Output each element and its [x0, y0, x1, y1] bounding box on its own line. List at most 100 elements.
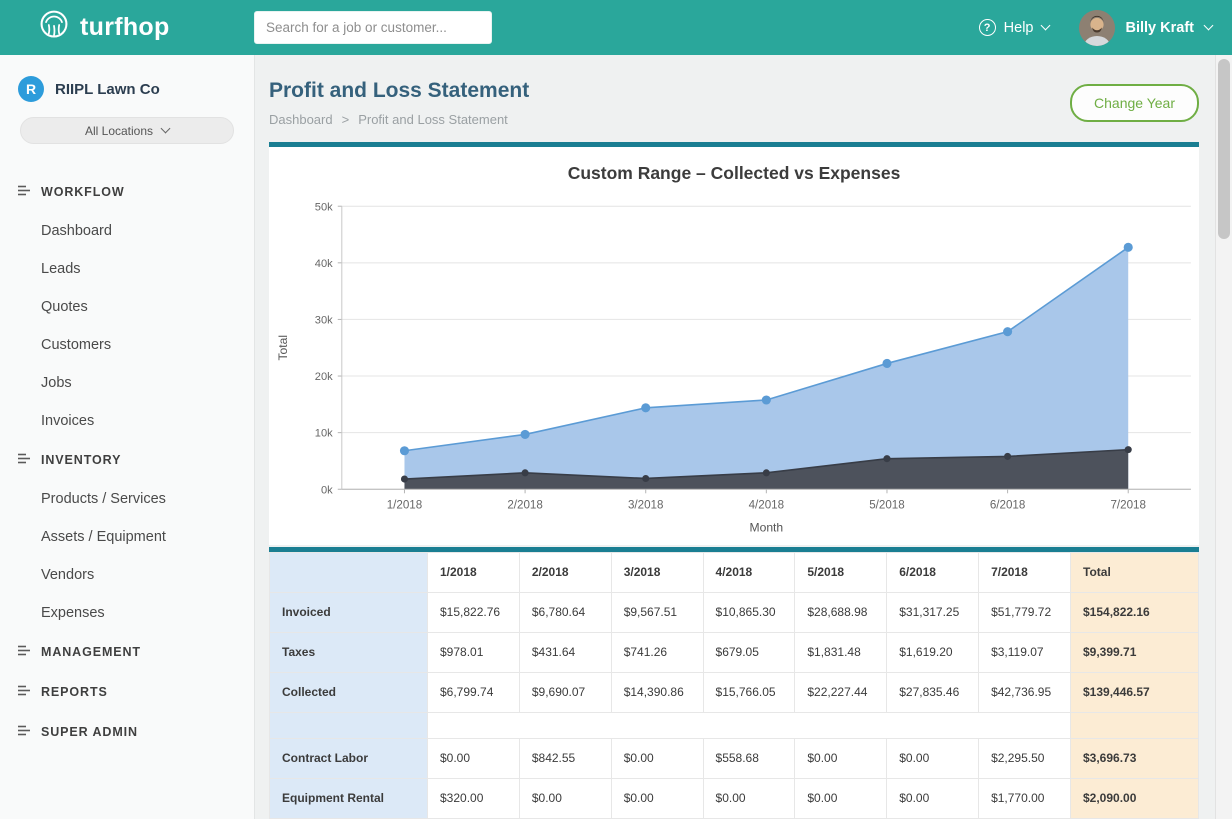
table-row-invoiced: Invoiced$15,822.76$6,780.64$9,567.51$10,… [270, 592, 1199, 632]
row-label: Equipment Rental [270, 778, 428, 818]
sidebar-item-vendors[interactable]: Vendors [0, 556, 254, 594]
cell: $51,779.72 [979, 592, 1071, 632]
cell: $28,688.98 [795, 592, 887, 632]
data-point-collected [762, 395, 771, 404]
location-selector[interactable]: All Locations [20, 117, 234, 144]
cell [703, 712, 795, 738]
brand-logo: turfhop [38, 9, 254, 46]
svg-text:Month: Month [750, 521, 784, 535]
sidebar-item-customers[interactable]: Customers [0, 326, 254, 364]
brand-name: turfhop [80, 13, 170, 42]
table-header-row: 1/20182/20183/20184/20185/20186/20187/20… [270, 552, 1199, 592]
cell: $10,865.30 [703, 592, 795, 632]
page-scrollbar[interactable] [1215, 55, 1232, 819]
cell: $1,619.20 [887, 632, 979, 672]
sidebar-section-reports[interactable]: REPORTS [0, 672, 254, 712]
page-body: R RIIPL Lawn Co All Locations WORKFLOWDa… [0, 55, 1232, 819]
col-header-2-2018: 2/2018 [519, 552, 611, 592]
main-content: Profit and Loss Statement Dashboard>Prof… [255, 55, 1232, 819]
col-header-7-2018: 7/2018 [979, 552, 1071, 592]
table-card: 1/20182/20183/20184/20185/20186/20187/20… [269, 547, 1199, 819]
row-label: Contract Labor [270, 738, 428, 778]
table-row-contract-labor: Contract Labor$0.00$842.55$0.00$558.68$0… [270, 738, 1199, 778]
sidebar-item-expenses[interactable]: Expenses [0, 594, 254, 632]
row-label: Invoiced [270, 592, 428, 632]
tree-icon [18, 643, 31, 661]
row-label: Taxes [270, 632, 428, 672]
svg-text:1/2018: 1/2018 [387, 498, 423, 511]
svg-text:20k: 20k [315, 371, 333, 383]
sidebar-section-workflow[interactable]: WORKFLOW [0, 172, 254, 212]
sidebar-section-management[interactable]: MANAGEMENT [0, 632, 254, 672]
help-label: Help [1004, 20, 1034, 36]
search-input[interactable] [254, 11, 492, 44]
svg-text:3/2018: 3/2018 [628, 498, 664, 511]
sidebar-item-products-services[interactable]: Products / Services [0, 480, 254, 518]
breadcrumb-dashboard[interactable]: Dashboard [269, 112, 333, 127]
cell [979, 712, 1071, 738]
cell: $431.64 [519, 632, 611, 672]
row-label [270, 712, 428, 738]
cell: $6,780.64 [519, 592, 611, 632]
table-row-collected: Collected$6,799.74$9,690.07$14,390.86$15… [270, 672, 1199, 712]
app-root: turfhop ? Help Billy Kraft [0, 0, 1232, 819]
sidebar-section-inventory[interactable]: INVENTORY [0, 440, 254, 480]
svg-text:2/2018: 2/2018 [507, 498, 543, 511]
cell: $0.00 [887, 778, 979, 818]
data-point-collected [1003, 327, 1012, 336]
data-point-collected [641, 403, 650, 412]
sidebar-item-leads[interactable]: Leads [0, 250, 254, 288]
company-name: RIIPL Lawn Co [55, 81, 160, 98]
sidebar-section-label: INVENTORY [41, 453, 121, 467]
page-title: Profit and Loss Statement [269, 79, 529, 103]
col-header-total: Total [1071, 552, 1199, 592]
topbar-right: ? Help Billy Kraft [979, 10, 1212, 46]
cell: $2,090.00 [1071, 778, 1199, 818]
cell [887, 712, 979, 738]
cell: $679.05 [703, 632, 795, 672]
table-spacer-row [270, 712, 1199, 738]
data-point-collected [521, 430, 530, 439]
cell: $0.00 [795, 778, 887, 818]
tree-icon [18, 183, 31, 201]
cell: $139,446.57 [1071, 672, 1199, 712]
help-icon: ? [979, 19, 996, 36]
sidebar-item-assets-equipment[interactable]: Assets / Equipment [0, 518, 254, 556]
cell: $1,770.00 [979, 778, 1071, 818]
cell: $3,119.07 [979, 632, 1071, 672]
sidebar-section-super-admin[interactable]: SUPER ADMIN [0, 712, 254, 752]
scrollbar-thumb[interactable] [1218, 59, 1230, 239]
cell: $0.00 [611, 778, 703, 818]
sidebar-item-invoices[interactable]: Invoices [0, 402, 254, 440]
user-menu[interactable]: Billy Kraft [1079, 10, 1213, 46]
sidebar-item-dashboard[interactable]: Dashboard [0, 212, 254, 250]
cell: $15,766.05 [703, 672, 795, 712]
row-label: Collected [270, 672, 428, 712]
sidebar-item-jobs[interactable]: Jobs [0, 364, 254, 402]
cell: $558.68 [703, 738, 795, 778]
area-collected [404, 247, 1128, 489]
sidebar-section-label: MANAGEMENT [41, 645, 141, 659]
data-point-expenses [1004, 453, 1011, 460]
svg-text:4/2018: 4/2018 [749, 498, 785, 511]
cell: $0.00 [795, 738, 887, 778]
chevron-down-icon [1204, 21, 1214, 31]
cell: $0.00 [887, 738, 979, 778]
cell: $2,295.50 [979, 738, 1071, 778]
chart-title: Custom Range – Collected vs Expenses [269, 163, 1199, 184]
chevron-down-icon [161, 124, 171, 134]
change-year-button[interactable]: Change Year [1070, 84, 1199, 122]
sidebar-item-quotes[interactable]: Quotes [0, 288, 254, 326]
table-row-equipment-rental: Equipment Rental$320.00$0.00$0.00$0.00$0… [270, 778, 1199, 818]
data-point-expenses [763, 469, 770, 476]
sidebar-section-label: SUPER ADMIN [41, 725, 138, 739]
col-header-1-2018: 1/2018 [428, 552, 520, 592]
data-point-collected [882, 359, 891, 368]
svg-text:10k: 10k [315, 428, 333, 440]
sidebar-section-label: REPORTS [41, 685, 108, 699]
help-menu[interactable]: ? Help [979, 19, 1049, 36]
data-point-collected [1124, 243, 1133, 252]
col-header-3-2018: 3/2018 [611, 552, 703, 592]
location-label: All Locations [85, 124, 153, 138]
cell: $0.00 [428, 738, 520, 778]
